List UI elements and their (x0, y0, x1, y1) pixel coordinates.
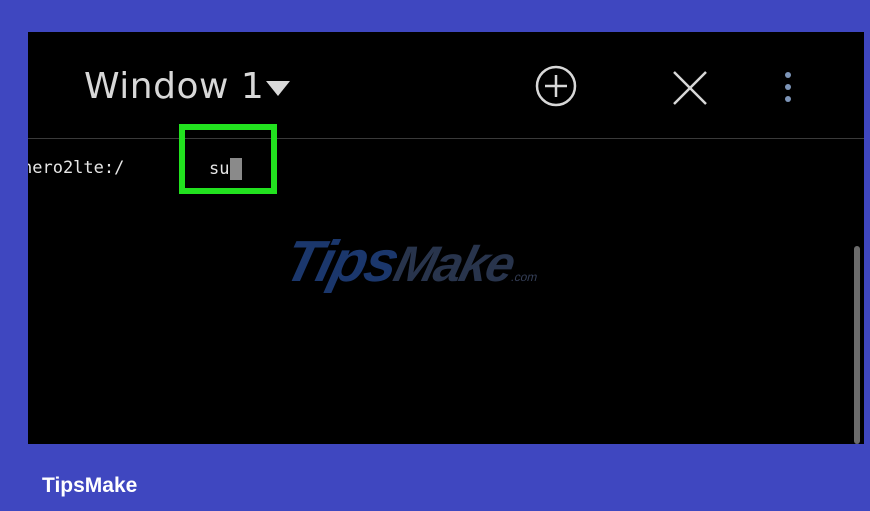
window-selector-dropdown[interactable]: Window 1 (84, 66, 291, 107)
watermark-tips: Tips (277, 229, 405, 294)
triangle-down-icon (266, 81, 291, 96)
command-input[interactable]: su (209, 158, 243, 180)
scrollbar[interactable] (854, 246, 860, 444)
close-window-button[interactable] (668, 66, 712, 110)
footer-brand-label: TipsMake (42, 474, 138, 497)
close-x-icon (673, 71, 707, 105)
image-frame: Window 1 hero2lte:/ su Tips Make .com Ti… (0, 0, 870, 511)
watermark-suffix: .com (509, 270, 540, 284)
terminal-window: Window 1 hero2lte:/ su Tips Make .com (28, 32, 864, 444)
vertical-dots-icon (785, 72, 791, 102)
circle-plus-icon (535, 65, 577, 107)
command-text: su (209, 159, 230, 179)
watermark-logo: Tips Make .com (278, 228, 550, 295)
shell-prompt: hero2lte:/ (28, 158, 125, 178)
text-cursor (230, 158, 243, 180)
add-window-button[interactable] (532, 62, 580, 110)
overflow-menu-button[interactable] (780, 66, 796, 110)
watermark-make: Make (388, 236, 520, 292)
window-title-label: Window 1 (84, 66, 265, 107)
title-bar: Window 1 (28, 32, 864, 139)
